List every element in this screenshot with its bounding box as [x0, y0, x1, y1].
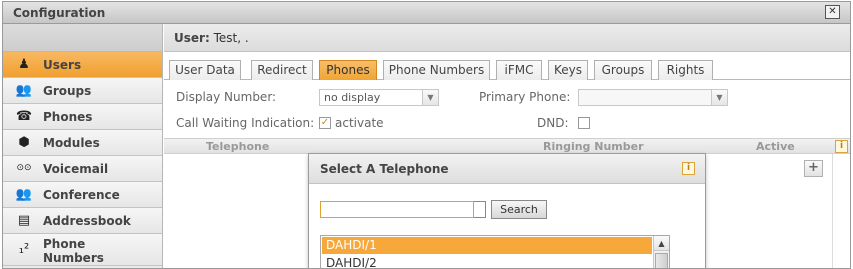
sidebar-item-label: Modules — [43, 136, 100, 150]
primary-phone-label: Primary Phone: — [479, 90, 571, 104]
call-waiting-checkbox[interactable]: ✓ — [319, 117, 331, 129]
sidebar-item-label: Voicemail — [43, 162, 109, 176]
call-waiting-text: activate — [335, 116, 384, 130]
list-item[interactable]: DAHDI/1 — [322, 237, 652, 254]
user-name: Test, . — [213, 31, 249, 45]
sidebar-item-phones[interactable]: ☎ Phones — [3, 104, 162, 130]
user-prefix: User: — [174, 31, 210, 45]
display-number-select[interactable]: no display ▼ — [319, 89, 439, 106]
column-active: Active — [756, 140, 795, 153]
sidebar-item-modules[interactable]: ⬢ Modules — [3, 130, 162, 156]
telephone-list: DAHDI/1 DAHDI/2 ▲ — [320, 235, 670, 268]
info-icon[interactable]: i — [682, 162, 695, 175]
info-icon[interactable]: i — [835, 140, 848, 153]
tab-redirect[interactable]: Redirect — [251, 60, 313, 80]
dnd-label: DND: — [537, 116, 569, 130]
sidebar-item-label: Addressbook — [43, 214, 131, 228]
tab-keys[interactable]: Keys — [548, 60, 588, 80]
phone-numbers-icon: ₁² — [18, 242, 30, 257]
display-number-value: no display — [324, 91, 381, 104]
sidebar-item-conference[interactable]: 👥 Conference — [3, 182, 162, 208]
configuration-window: Configuration ✕ ♟ Users 👥 Groups ☎ Phone… — [2, 1, 851, 269]
sidebar-item-label: Users — [43, 58, 82, 72]
window-title: Configuration — [13, 6, 106, 20]
sidebar: ♟ Users 👥 Groups ☎ Phones ⬢ Modules ⊙⊙ V… — [3, 24, 163, 268]
add-phone-button[interactable]: + — [804, 160, 823, 177]
list-scrollbar[interactable]: ▲ — [653, 236, 669, 268]
sidebar-item-label-line2: Numbers — [43, 251, 104, 265]
sidebar-item-users[interactable]: ♟ Users — [3, 52, 162, 78]
title-bar: Configuration ✕ — [3, 2, 850, 24]
table-divider — [832, 154, 833, 268]
tab-user-data[interactable]: User Data — [169, 60, 241, 80]
tab-phones[interactable]: Phones — [319, 60, 377, 80]
sidebar-item-label: Phones — [43, 110, 93, 124]
close-icon[interactable]: ✕ — [825, 5, 840, 19]
sidebar-item-label: Phone Numbers — [43, 237, 104, 265]
phone-icon: ☎ — [15, 109, 33, 124]
tab-rights[interactable]: Rights — [658, 60, 713, 80]
call-waiting-label: Call Waiting Indication: — [176, 116, 315, 130]
phones-table-header: Telephone Ringing Number Active i — [164, 138, 850, 154]
tab-groups[interactable]: Groups — [594, 60, 652, 80]
user-header: User: Test, . — [164, 24, 850, 52]
sidebar-item-label-line1: Phone — [43, 237, 86, 251]
user-icon: ♟ — [18, 57, 30, 72]
primary-phone-select[interactable]: ▼ — [578, 89, 728, 106]
phone-settings-form: Display Number: no display ▼ Primary Pho… — [164, 82, 850, 138]
chevron-down-icon: ▼ — [422, 90, 438, 105]
tab-bar: User Data Redirect Phones Phone Numbers … — [164, 56, 850, 80]
sidebar-header — [3, 24, 162, 52]
tab-phone-numbers[interactable]: Phone Numbers — [383, 60, 490, 80]
sidebar-item-label: Conference — [43, 188, 120, 202]
scroll-up-icon[interactable]: ▲ — [654, 236, 669, 251]
dialog-header: Select A Telephone i — [309, 154, 705, 184]
list-item[interactable]: DAHDI/2 — [322, 255, 652, 268]
addressbook-icon: ▤ — [17, 213, 31, 228]
chevron-down-icon: ▼ — [711, 90, 727, 105]
conference-icon: 👥 — [15, 187, 33, 202]
select-telephone-dialog: Select A Telephone i Search DAHDI/1 DAHD… — [308, 153, 706, 268]
column-telephone: Telephone — [206, 140, 270, 153]
dnd-checkbox[interactable] — [578, 117, 590, 129]
sidebar-item-addressbook[interactable]: ▤ Addressbook — [3, 208, 162, 234]
sidebar-item-groups[interactable]: 👥 Groups — [3, 78, 162, 104]
column-ringing-number: Ringing Number — [543, 140, 644, 153]
search-button[interactable]: Search — [491, 200, 547, 219]
module-icon: ⬢ — [18, 135, 30, 150]
tab-ifmc[interactable]: iFMC — [496, 60, 542, 80]
dialog-title: Select A Telephone — [320, 162, 449, 176]
search-input[interactable] — [320, 201, 474, 218]
voicemail-icon: ⊙⊙ — [16, 163, 32, 173]
scroll-thumb[interactable] — [655, 253, 668, 268]
sidebar-item-phone-numbers[interactable]: ₁² Phone Numbers — [3, 234, 162, 266]
display-number-label: Display Number: — [176, 90, 277, 104]
sidebar-item-label: Groups — [43, 84, 92, 98]
sidebar-item-voicemail[interactable]: ⊙⊙ Voicemail — [3, 156, 162, 182]
group-icon: 👥 — [15, 83, 33, 98]
